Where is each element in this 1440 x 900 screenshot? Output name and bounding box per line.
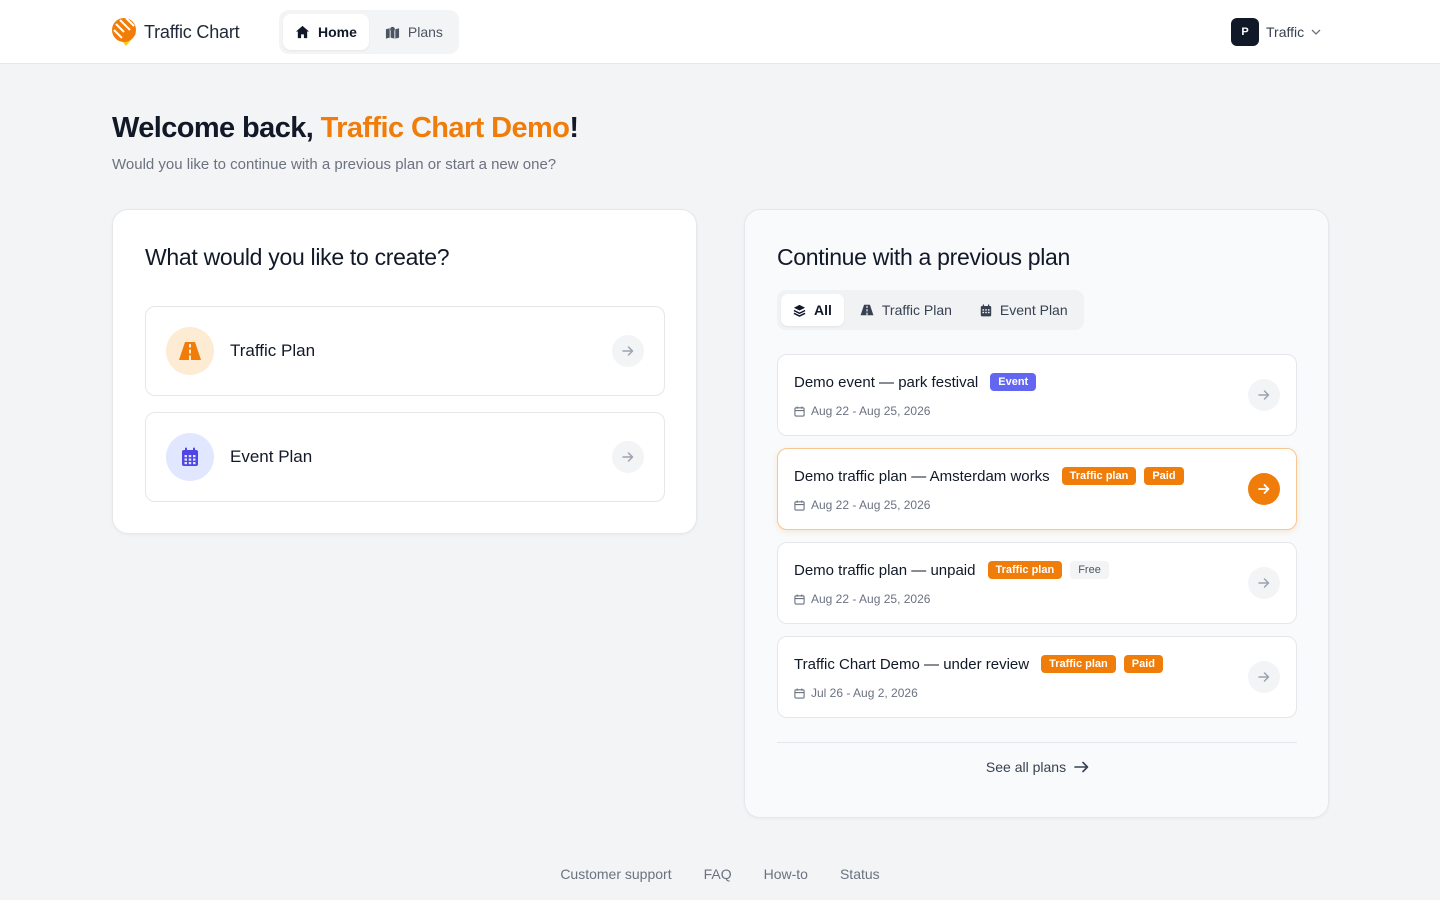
traffic-plan-badge: Traffic plan [987,561,1063,579]
create-traffic-plan-label: Traffic Plan [230,341,316,360]
plan-title: Traffic Chart Demo — under review [794,655,1030,673]
road-icon [179,342,201,360]
plan-date-range: Jul 26 - Aug 2, 2026 [811,686,918,700]
plan-date-range: Aug 22 - Aug 25, 2026 [811,592,931,606]
traffic-plan-badge: Traffic plan [1061,467,1137,485]
plan-date: Aug 22 - Aug 25, 2026 [794,592,930,606]
arrow-right-icon [1258,578,1270,588]
plan-heading: Demo traffic plan — Amsterdam works Traf… [794,467,1184,485]
plan-date: Aug 22 - Aug 25, 2026 [794,498,930,512]
create-event-plan-arrow[interactable] [612,441,644,473]
nav-home[interactable]: Home [283,14,369,50]
plan-date-range: Aug 22 - Aug 25, 2026 [811,404,931,418]
filter-traffic-plan[interactable]: Traffic Plan [848,294,964,326]
app-logo[interactable]: Traffic Chart [112,16,240,48]
event-badge: Event [990,373,1037,391]
footer: Customer support FAQ How-to Status [0,866,1440,882]
chevron-down-icon [1311,29,1321,35]
plan-title: Demo event — park festival [794,373,979,391]
nav-home-label: Home [318,24,357,40]
arrow-right-icon [622,452,634,462]
page-title: Welcome back, Traffic Chart Demo! [112,112,579,145]
welcome-prefix: Welcome back, [112,112,321,144]
plan-heading: Traffic Chart Demo — under review Traffi… [794,655,1163,673]
nav-plans[interactable]: Plans [373,14,455,50]
footer-link-customer-support[interactable]: Customer support [560,866,671,882]
calendar-outline-icon [794,593,805,605]
plan-item[interactable]: Traffic Chart Demo — under review Traffi… [777,636,1297,718]
plan-date: Jul 26 - Aug 2, 2026 [794,686,918,700]
plan-title: Demo traffic plan — Amsterdam works [794,467,1050,485]
filter-all-label: All [814,302,832,318]
avatar: P [1231,18,1259,46]
previous-plans-card: Continue with a previous plan All Traffi… [744,209,1329,818]
main-nav: Home Plans [279,10,459,54]
footer-link-faq[interactable]: FAQ [704,866,732,882]
calendar-icon [182,447,198,466]
welcome-user-name: Traffic Chart Demo [320,112,570,144]
plan-heading: Demo event — park festival Event [794,373,1037,391]
filter-traffic-plan-label: Traffic Plan [881,302,952,318]
divider [777,742,1297,743]
arrow-right-icon [1258,484,1270,494]
previous-plans-title: Continue with a previous plan [777,244,1071,270]
footer-link-how-to[interactable]: How-to [764,866,808,882]
create-traffic-plan-option[interactable]: Traffic Plan [145,306,665,396]
create-event-plan-option[interactable]: Event Plan [145,412,665,502]
welcome-suffix: ! [569,112,579,144]
account-name: Traffic [1266,24,1305,40]
account-menu[interactable]: P Traffic [1231,18,1321,46]
paid-badge: Paid [1144,467,1184,485]
plan-open-arrow[interactable] [1248,379,1280,411]
app-name: Traffic Chart [144,21,240,42]
arrow-right-icon [1258,390,1270,400]
plan-open-arrow[interactable] [1248,661,1280,693]
calendar-outline-icon [794,499,805,511]
free-badge: Free [1070,561,1109,579]
paid-badge: Paid [1123,655,1163,673]
home-icon [295,25,310,39]
arrow-right-icon [622,346,634,356]
plan-heading: Demo traffic plan — unpaid Traffic plan … [794,561,1109,579]
see-all-plans-link[interactable]: See all plans [745,759,1330,775]
filter-event-plan[interactable]: Event Plan [968,294,1080,326]
create-card: What would you like to create? Traffic P… [112,209,697,534]
plan-open-arrow[interactable] [1248,473,1280,505]
top-bar: Traffic Chart Home Plans P Traffic [0,0,1440,64]
traffic-plan-badge: Traffic plan [1041,655,1116,673]
road-icon [860,304,874,316]
plan-item[interactable]: Demo event — park festival Event Aug 22 … [777,354,1297,436]
create-event-plan-label: Event Plan [230,447,313,466]
arrow-right-icon [1258,672,1270,682]
footer-link-status[interactable]: Status [840,866,880,882]
calendar-icon [980,303,992,316]
traffic-plan-icon-wrap [166,327,214,375]
plan-title: Demo traffic plan — unpaid [794,561,976,579]
nav-plans-label: Plans [407,24,443,40]
see-all-plans-label: See all plans [985,759,1067,775]
create-traffic-plan-arrow[interactable] [612,335,644,367]
plan-item[interactable]: Demo traffic plan — Amsterdam works Traf… [777,448,1297,530]
filter-event-plan-label: Event Plan [999,302,1068,318]
plan-open-arrow[interactable] [1248,567,1280,599]
layers-icon [793,304,806,317]
calendar-outline-icon [794,687,805,699]
plan-date: Aug 22 - Aug 25, 2026 [794,404,930,418]
plan-filter: All Traffic Plan Event Plan [777,290,1084,330]
traffic-chart-logo-icon [112,17,136,46]
calendar-outline-icon [794,405,805,417]
arrow-right-icon [1074,761,1089,773]
plan-item[interactable]: Demo traffic plan — unpaid Traffic plan … [777,542,1297,624]
page-subtitle: Would you like to continue with a previo… [112,156,557,173]
plan-date-range: Aug 22 - Aug 25, 2026 [811,498,931,512]
filter-all[interactable]: All [781,294,844,326]
event-plan-icon-wrap [166,433,214,481]
map-icon [385,26,399,39]
create-card-title: What would you like to create? [145,244,450,270]
